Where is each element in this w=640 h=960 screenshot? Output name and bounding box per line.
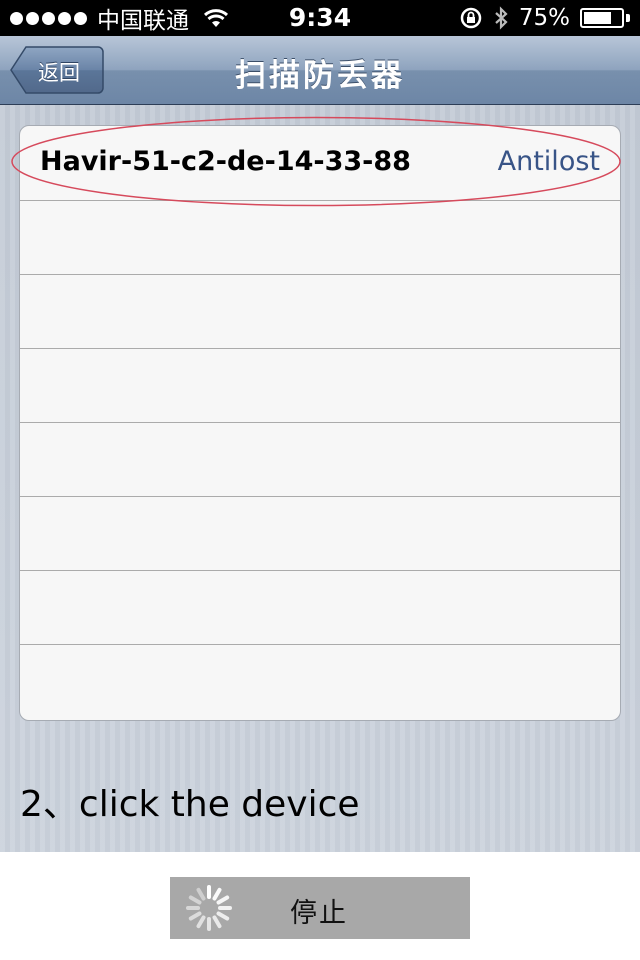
status-time: 9:34: [288, 3, 352, 32]
empty-row: [20, 423, 620, 497]
device-row[interactable]: Havir-51-c2-de-14-33-88 Antilost: [20, 126, 620, 201]
empty-row: [20, 349, 620, 423]
device-name: Havir-51-c2-de-14-33-88: [40, 146, 411, 177]
navigation-bar: 返回 扫描防丢器: [0, 36, 640, 105]
instruction-text: 2、click the device: [20, 784, 360, 825]
page-title: 扫描防丢器: [235, 58, 405, 94]
empty-row: [20, 645, 620, 719]
empty-row: [20, 275, 620, 349]
empty-row: [20, 497, 620, 571]
empty-row: [20, 571, 620, 645]
content-area: Havir-51-c2-de-14-33-88 Antilost: [0, 105, 640, 852]
device-type: Antilost: [497, 146, 600, 177]
loading-spinner-icon: [186, 885, 232, 931]
status-bar: 中国联通 9:34 75%: [0, 0, 640, 36]
bottom-area: 停止: [0, 852, 640, 960]
stop-button-label: 停止: [290, 898, 348, 929]
stop-button[interactable]: 停止: [170, 877, 470, 939]
device-list: Havir-51-c2-de-14-33-88 Antilost: [19, 125, 621, 721]
empty-row: [20, 201, 620, 275]
battery-icon: [580, 8, 624, 28]
